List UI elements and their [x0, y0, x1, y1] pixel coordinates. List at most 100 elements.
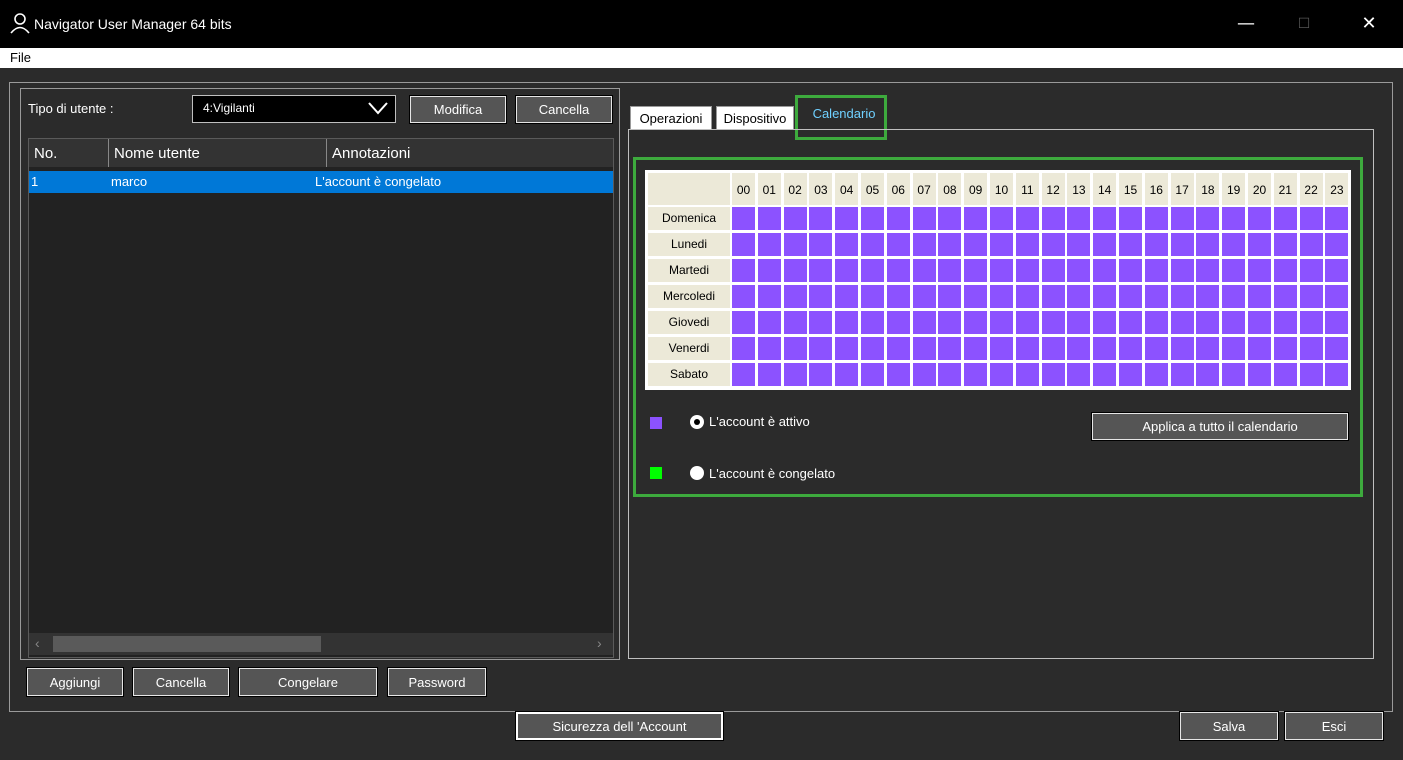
- calendar-slot[interactable]: [1299, 337, 1323, 360]
- calendar-slot[interactable]: [1196, 337, 1220, 360]
- hour-header[interactable]: 18: [1196, 173, 1220, 205]
- day-header[interactable]: Venerdi: [648, 337, 730, 360]
- calendar-slot[interactable]: [835, 311, 859, 334]
- calendar-slot[interactable]: [1273, 311, 1297, 334]
- calendar-slot[interactable]: [938, 207, 962, 230]
- hour-header[interactable]: 11: [1015, 173, 1039, 205]
- calendar-slot[interactable]: [783, 207, 807, 230]
- calendar-slot[interactable]: [938, 285, 962, 308]
- user-list[interactable]: No. Nome utente Annotazioni 1 marco L'ac…: [28, 138, 614, 658]
- calendar-slot[interactable]: [1067, 337, 1091, 360]
- scroll-right-icon[interactable]: ›: [597, 635, 602, 651]
- calendar-slot[interactable]: [886, 363, 910, 386]
- calendar-slot[interactable]: [1299, 259, 1323, 282]
- calendar-slot[interactable]: [1067, 363, 1091, 386]
- minimize-button[interactable]: —: [1226, 10, 1266, 38]
- hour-header[interactable]: 09: [964, 173, 988, 205]
- calendar-slot[interactable]: [1015, 233, 1039, 256]
- calendar-slot[interactable]: [1067, 311, 1091, 334]
- calendar-slot[interactable]: [1041, 285, 1065, 308]
- calendar-slot[interactable]: [964, 259, 988, 282]
- day-header[interactable]: Lunedi: [648, 233, 730, 256]
- calendar-slot[interactable]: [964, 363, 988, 386]
- calendar-slot[interactable]: [1248, 207, 1271, 230]
- day-header[interactable]: Domenica: [648, 207, 730, 230]
- calendar-slot[interactable]: [1015, 311, 1039, 334]
- hour-header[interactable]: 16: [1144, 173, 1168, 205]
- calendar-slot[interactable]: [1248, 311, 1271, 334]
- hour-header[interactable]: 23: [1325, 173, 1349, 205]
- calendar-slot[interactable]: [1170, 363, 1194, 386]
- calendar-slot[interactable]: [1273, 363, 1297, 386]
- calendar-slot[interactable]: [1196, 311, 1220, 334]
- add-user-button[interactable]: Aggiungi: [26, 667, 124, 697]
- hour-header[interactable]: 04: [835, 173, 859, 205]
- calendar-slot[interactable]: [1273, 259, 1297, 282]
- hour-header[interactable]: 08: [938, 173, 962, 205]
- calendar-slot[interactable]: [938, 233, 962, 256]
- calendar-slot[interactable]: [1222, 233, 1246, 256]
- calendar-slot[interactable]: [1170, 259, 1194, 282]
- exit-button[interactable]: Esci: [1284, 711, 1384, 741]
- tab-operations[interactable]: Operazioni: [630, 106, 712, 130]
- account-security-button[interactable]: Sicurezza dell 'Account: [515, 711, 724, 741]
- calendar-slot[interactable]: [1093, 259, 1117, 282]
- calendar-slot[interactable]: [1144, 207, 1168, 230]
- hour-header[interactable]: 19: [1222, 173, 1246, 205]
- calendar-slot[interactable]: [990, 311, 1013, 334]
- calendar-slot[interactable]: [1325, 207, 1349, 230]
- calendar-slot[interactable]: [938, 311, 962, 334]
- calendar-slot[interactable]: [1041, 363, 1065, 386]
- calendar-slot[interactable]: [861, 233, 884, 256]
- calendar-slot[interactable]: [757, 337, 781, 360]
- calendar-slot[interactable]: [1248, 363, 1271, 386]
- calendar-slot[interactable]: [757, 207, 781, 230]
- calendar-slot[interactable]: [990, 233, 1013, 256]
- calendar-slot[interactable]: [1273, 233, 1297, 256]
- calendar-slot[interactable]: [938, 259, 962, 282]
- calendar-slot[interactable]: [1041, 259, 1065, 282]
- modify-button[interactable]: Modifica: [409, 95, 507, 124]
- calendar-slot[interactable]: [1299, 311, 1323, 334]
- calendar-slot[interactable]: [1144, 337, 1168, 360]
- calendar-slot[interactable]: [1119, 259, 1142, 282]
- calendar-slot[interactable]: [886, 207, 910, 230]
- calendar-slot[interactable]: [964, 311, 988, 334]
- hour-header[interactable]: 20: [1248, 173, 1271, 205]
- calendar-slot[interactable]: [1093, 311, 1117, 334]
- calendar-slot[interactable]: [732, 363, 755, 386]
- calendar-slot[interactable]: [990, 285, 1013, 308]
- calendar-slot[interactable]: [1067, 259, 1091, 282]
- calendar-slot[interactable]: [1015, 259, 1039, 282]
- calendar-slot[interactable]: [1222, 207, 1246, 230]
- calendar-slot[interactable]: [964, 207, 988, 230]
- calendar-slot[interactable]: [886, 337, 910, 360]
- calendar-slot[interactable]: [861, 311, 884, 334]
- calendar-slot[interactable]: [1299, 233, 1323, 256]
- calendar-slot[interactable]: [1093, 337, 1117, 360]
- menu-file[interactable]: File: [10, 50, 31, 65]
- calendar-slot[interactable]: [835, 233, 859, 256]
- calendar-slot[interactable]: [732, 233, 755, 256]
- calendar-slot[interactable]: [990, 207, 1013, 230]
- day-header[interactable]: Martedi: [648, 259, 730, 282]
- calendar-slot[interactable]: [1067, 285, 1091, 308]
- calendar-slot[interactable]: [732, 207, 755, 230]
- scroll-thumb[interactable]: [53, 636, 321, 652]
- calendar-slot[interactable]: [835, 285, 859, 308]
- calendar-slot[interactable]: [1299, 207, 1323, 230]
- calendar-slot[interactable]: [1299, 363, 1323, 386]
- calendar-slot[interactable]: [1093, 285, 1117, 308]
- calendar-slot[interactable]: [1248, 233, 1271, 256]
- calendar-slot[interactable]: [912, 207, 936, 230]
- calendar-slot[interactable]: [1041, 233, 1065, 256]
- save-button[interactable]: Salva: [1179, 711, 1279, 741]
- calendar-slot[interactable]: [912, 233, 936, 256]
- maximize-button[interactable]: ☐: [1284, 10, 1324, 38]
- calendar-slot[interactable]: [1196, 233, 1220, 256]
- calendar-slot[interactable]: [809, 259, 833, 282]
- hour-header[interactable]: 17: [1170, 173, 1194, 205]
- calendar-slot[interactable]: [912, 337, 936, 360]
- calendar-slot[interactable]: [1119, 207, 1142, 230]
- hour-header[interactable]: 14: [1093, 173, 1117, 205]
